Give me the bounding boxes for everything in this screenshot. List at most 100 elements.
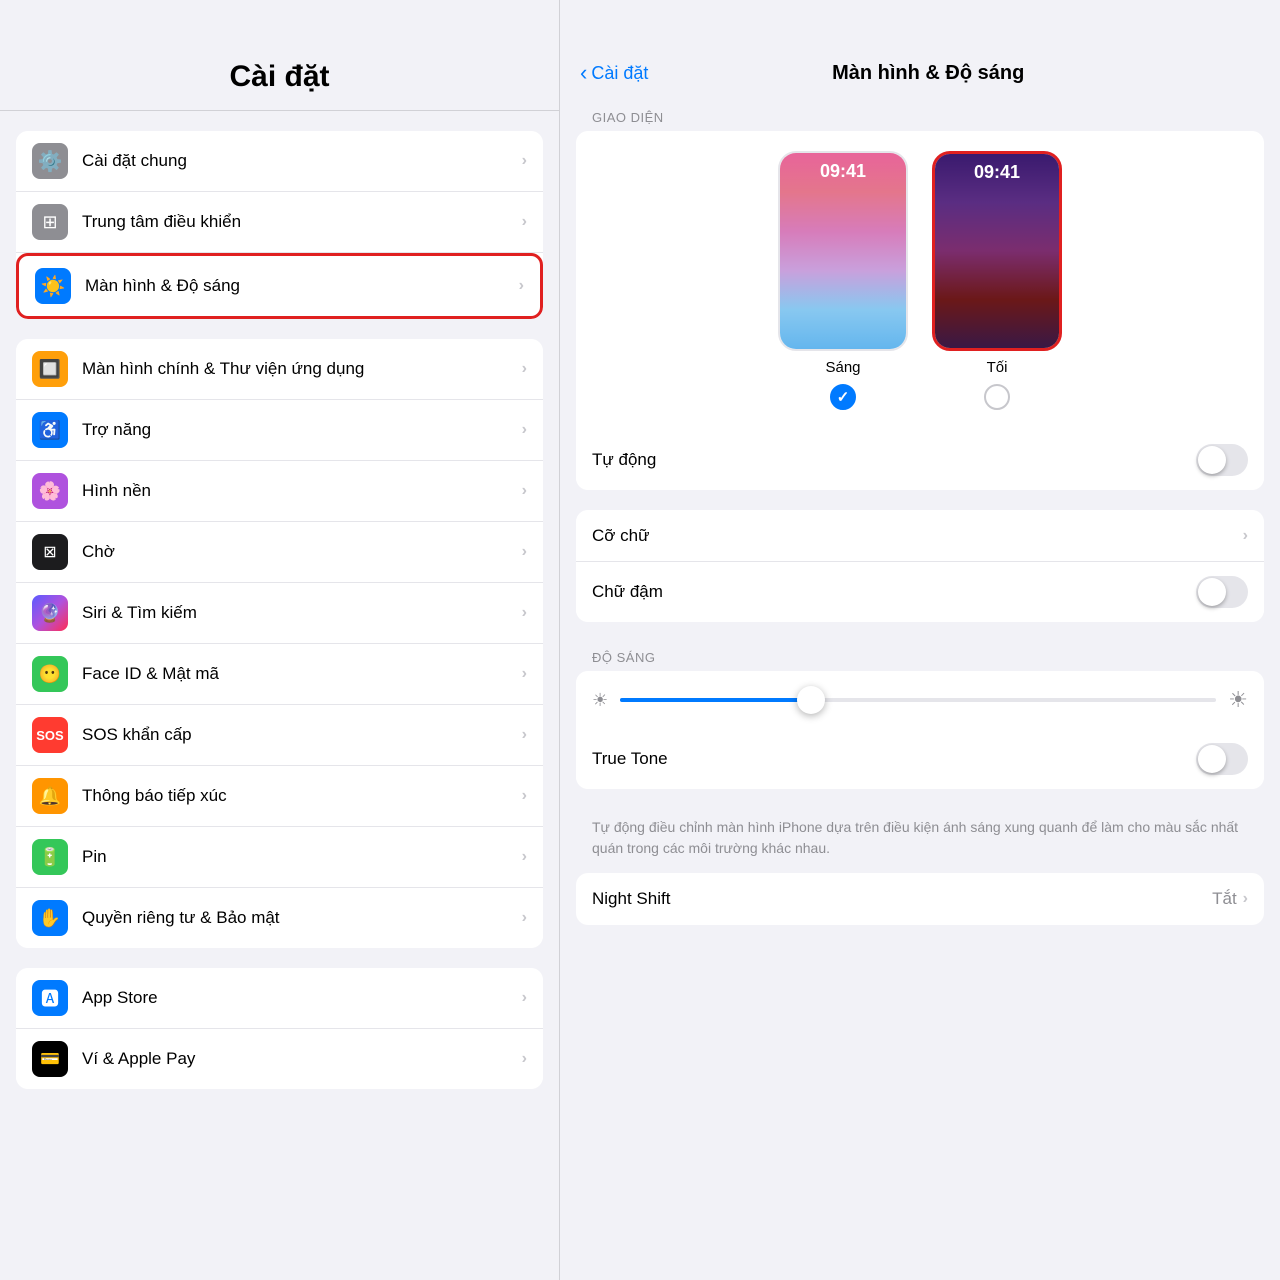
home-screen-chevron: › — [522, 360, 527, 378]
settings-item-control-center[interactable]: ⊞ Trung tâm điều khiển › — [16, 192, 543, 253]
right-title: Màn hình & Độ sáng — [656, 62, 1200, 85]
light-status-time: 09:41 — [780, 153, 906, 189]
bold-toggle[interactable] — [1196, 576, 1248, 608]
right-header: ‹ Cài đặt Màn hình & Độ sáng — [560, 0, 1280, 102]
settings-item-display[interactable]: ☀️ Màn hình & Độ sáng › — [16, 253, 543, 319]
brightness-slider-track[interactable] — [620, 698, 1216, 702]
true-tone-toggle[interactable] — [1196, 743, 1248, 775]
display-chevron: › — [519, 277, 524, 295]
settings-item-siri[interactable]: 🔮 Siri & Tìm kiếm › — [16, 583, 543, 644]
faceid-icon: 😶 — [32, 656, 68, 692]
brightness-high-icon: ☀ — [1228, 687, 1248, 713]
settings-group-2: 🔲 Màn hình chính & Thư viện ứng dụng › ♿… — [16, 339, 543, 948]
control-center-icon: ⊞ — [32, 204, 68, 240]
display-label: Màn hình & Độ sáng — [85, 275, 519, 297]
settings-item-appstore[interactable]: 🅰 App Store › — [16, 968, 543, 1029]
accessibility-icon: ♿ — [32, 412, 68, 448]
privacy-label: Quyền riêng tư & Bảo mật — [82, 907, 522, 929]
theme-dark-option[interactable]: 09:41 Tối — [932, 151, 1062, 410]
settings-item-accessibility[interactable]: ♿ Trợ năng › — [16, 400, 543, 461]
text-card: Cỡ chữ › Chữ đậm — [576, 510, 1264, 622]
settings-item-home-screen[interactable]: 🔲 Màn hình chính & Thư viện ứng dụng › — [16, 339, 543, 400]
appearance-card: 09:41 Sáng 09:41 Tối Tự động — [576, 131, 1264, 490]
settings-item-sos[interactable]: SOS SOS khẩn cấp › — [16, 705, 543, 766]
sos-chevron: › — [522, 726, 527, 744]
brightness-slider-fill — [620, 698, 811, 702]
settings-right-panel: ‹ Cài đặt Màn hình & Độ sáng GIAO DIỆN 0… — [560, 0, 1280, 1280]
wallet-chevron: › — [522, 1050, 527, 1068]
left-title: Cài đặt — [20, 60, 539, 94]
wallpaper-chevron: › — [522, 482, 527, 500]
wallet-label: Ví & Apple Pay — [82, 1048, 522, 1070]
bold-label: Chữ đậm — [592, 582, 1196, 602]
battery-icon: 🔋 — [32, 839, 68, 875]
true-tone-row: True Tone — [576, 729, 1264, 789]
true-tone-description: Tự động điều chỉnh màn hình iPhone dựa t… — [576, 809, 1264, 873]
sos-label: SOS khẩn cấp — [82, 724, 522, 746]
wallpaper-icon: 🌸 — [32, 473, 68, 509]
privacy-icon: ✋ — [32, 900, 68, 936]
appstore-label: App Store — [82, 987, 522, 1009]
light-theme-name: Sáng — [825, 359, 860, 376]
brightness-low-icon: ☀ — [592, 690, 608, 711]
accessibility-label: Trợ năng — [82, 419, 522, 441]
general-label: Cài đặt chung — [82, 150, 522, 172]
brightness-slider-thumb[interactable] — [797, 686, 825, 714]
standby-icon: ⊠ — [32, 534, 68, 570]
settings-item-wallpaper[interactable]: 🌸 Hình nền › — [16, 461, 543, 522]
settings-item-wallet[interactable]: 💳 Ví & Apple Pay › — [16, 1029, 543, 1089]
right-content: GIAO DIỆN 09:41 Sáng 09:41 — [560, 102, 1280, 1280]
theme-picker: 09:41 Sáng 09:41 Tối — [576, 131, 1264, 430]
night-shift-value: Tắt — [1212, 889, 1237, 909]
light-phone-preview: 09:41 — [778, 151, 908, 351]
brightness-section-label: ĐỘ SÁNG — [576, 642, 1264, 671]
dark-phone-preview: 09:41 — [932, 151, 1062, 351]
auto-label: Tự động — [592, 450, 1196, 470]
settings-item-general[interactable]: ⚙️ Cài đặt chung › — [16, 131, 543, 192]
theme-light-option[interactable]: 09:41 Sáng — [778, 151, 908, 410]
settings-group-1: ⚙️ Cài đặt chung › ⊞ Trung tâm điều khiể… — [16, 131, 543, 319]
notifications-label: Thông báo tiếp xúc — [82, 785, 522, 807]
wallet-icon: 💳 — [32, 1041, 68, 1077]
night-shift-row[interactable]: Night Shift Tắt › — [576, 873, 1264, 925]
wallpaper-label: Hình nền — [82, 480, 522, 502]
font-size-label: Cỡ chữ — [592, 526, 1243, 546]
appearance-section-label: GIAO DIỆN — [576, 102, 1264, 131]
settings-item-notifications[interactable]: 🔔 Thông báo tiếp xúc › — [16, 766, 543, 827]
auto-row: Tự động — [576, 430, 1264, 490]
display-icon: ☀️ — [35, 268, 71, 304]
settings-item-battery[interactable]: 🔋 Pin › — [16, 827, 543, 888]
accessibility-chevron: › — [522, 421, 527, 439]
settings-group-3: 🅰 App Store › 💳 Ví & Apple Pay › — [16, 968, 543, 1089]
night-shift-chevron: › — [1243, 890, 1248, 908]
standby-chevron: › — [522, 543, 527, 561]
settings-item-standby[interactable]: ⊠ Chờ › — [16, 522, 543, 583]
night-shift-label: Night Shift — [592, 889, 1212, 909]
battery-label: Pin — [82, 846, 522, 868]
font-size-row[interactable]: Cỡ chữ › — [576, 510, 1264, 562]
brightness-row: ☀ ☀ — [576, 671, 1264, 729]
light-theme-radio[interactable] — [830, 384, 856, 410]
bold-row: Chữ đậm — [576, 562, 1264, 622]
back-chevron-icon: ‹ — [580, 60, 587, 86]
general-chevron: › — [522, 152, 527, 170]
night-shift-card: Night Shift Tắt › — [576, 873, 1264, 925]
font-size-chevron: › — [1243, 527, 1248, 545]
settings-item-faceid[interactable]: 😶 Face ID & Mật mã › — [16, 644, 543, 705]
sos-icon: SOS — [32, 717, 68, 753]
settings-item-privacy[interactable]: ✋ Quyền riêng tư & Bảo mật › — [16, 888, 543, 948]
battery-chevron: › — [522, 848, 527, 866]
auto-toggle[interactable] — [1196, 444, 1248, 476]
appstore-chevron: › — [522, 989, 527, 1007]
siri-label: Siri & Tìm kiếm — [82, 602, 522, 624]
settings-left-panel: Cài đặt ⚙️ Cài đặt chung › ⊞ Trung tâm đ… — [0, 0, 560, 1280]
brightness-card: ☀ ☀ True Tone — [576, 671, 1264, 789]
privacy-chevron: › — [522, 909, 527, 927]
siri-chevron: › — [522, 604, 527, 622]
back-button[interactable]: ‹ Cài đặt — [580, 60, 648, 86]
home-screen-label: Màn hình chính & Thư viện ứng dụng — [82, 358, 522, 380]
dark-theme-radio[interactable] — [984, 384, 1010, 410]
faceid-chevron: › — [522, 665, 527, 683]
settings-list: ⚙️ Cài đặt chung › ⊞ Trung tâm điều khiể… — [0, 111, 559, 1280]
dark-theme-name: Tối — [987, 359, 1008, 376]
